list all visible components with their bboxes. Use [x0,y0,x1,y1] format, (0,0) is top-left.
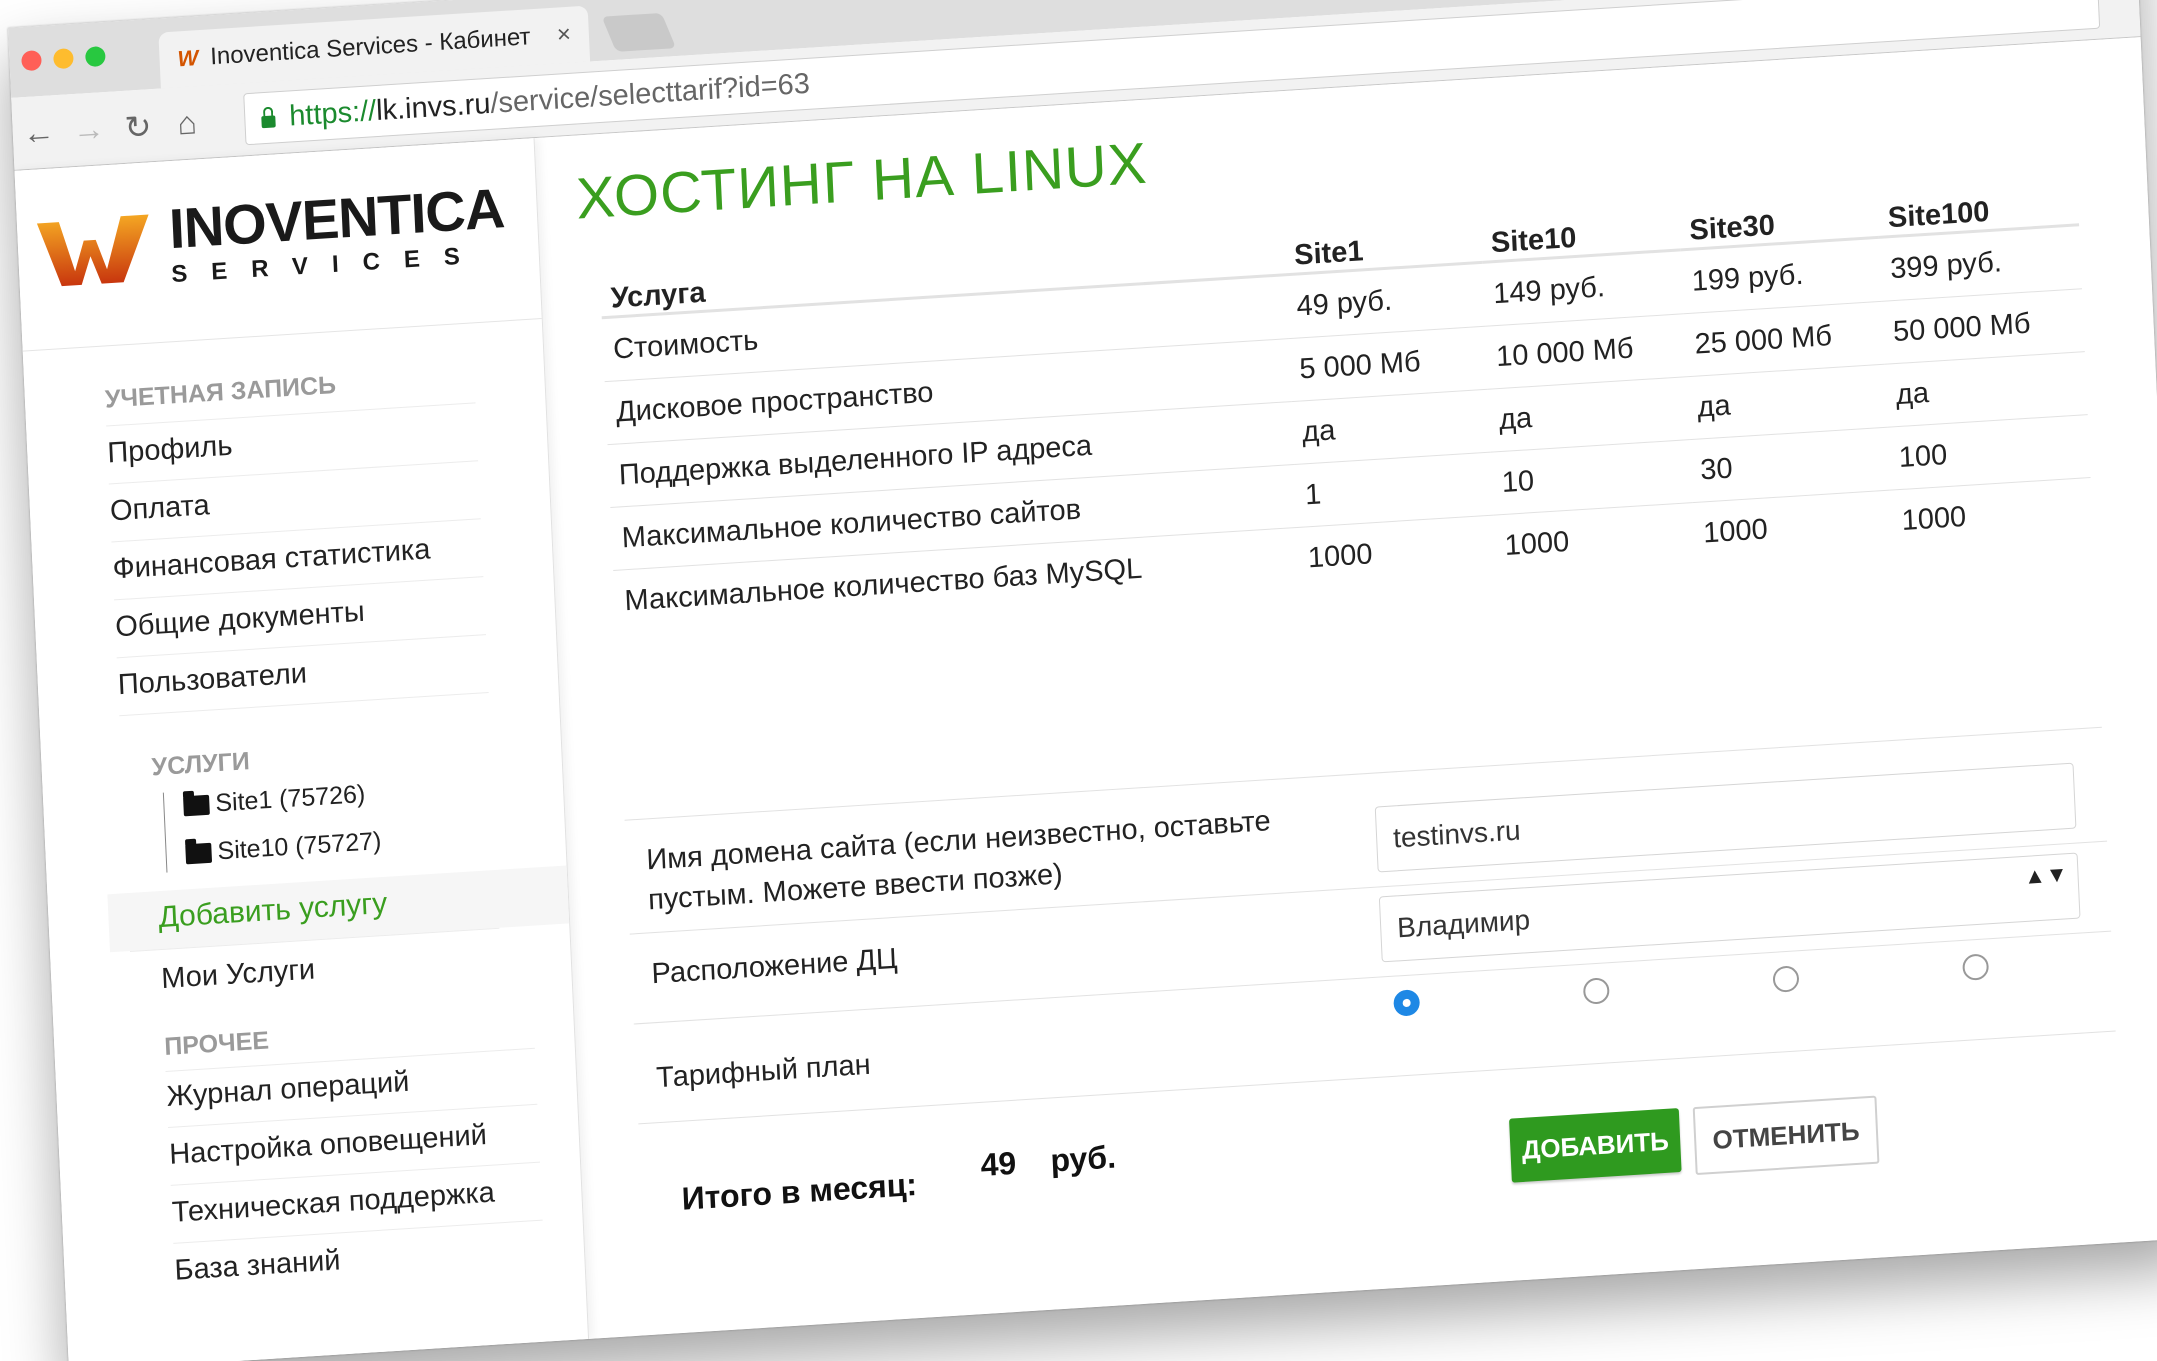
new-tab-button[interactable] [601,12,677,52]
section-services-header: УСЛУГИ [151,747,251,782]
back-icon[interactable]: ← [22,113,56,152]
total-currency: руб. [1049,1138,1117,1179]
add-button[interactable]: ДОБАВИТЬ [1509,1108,1682,1183]
lock-icon [261,115,276,129]
dc-select-value: Владимир [1396,904,1531,944]
dc-select[interactable]: Владимир ▲▼ [1378,852,2081,963]
cell-value: 1000 [1691,490,1894,566]
reload-icon[interactable]: ↻ [124,107,152,147]
page-title: ХОСТИНГ НА LINUX [574,130,1149,232]
dc-label: Расположение ДЦ [650,942,899,991]
screenshot-stage: W Inoventica Services - Кабинет × ← → ↻ … [0,0,2157,1361]
sidebar-item-payment[interactable]: Оплата [109,489,210,528]
tree-line [162,792,168,873]
sidebar-item-documents[interactable]: Общие документы [115,596,366,645]
tree-item-site1[interactable]: Site1 (75726) [183,780,366,820]
main-content: ХОСТИНГ НА LINUX Услуга Site1 Site10 Sit… [554,37,2157,1338]
sidebar-item-profile[interactable]: Профиль [107,430,233,471]
sidebar-item-operations-log[interactable]: Журнал операций [166,1066,410,1114]
sidebar-item-my-services[interactable]: Мои Услуги [161,953,316,996]
close-tab-icon[interactable]: × [556,21,571,50]
sidebar-divider [22,318,542,352]
tab-title: Inoventica Services - Кабинет [209,23,532,71]
plan-radio-site30[interactable] [1772,965,1800,993]
plan-radio-site10[interactable] [1582,977,1610,1005]
favicon-icon: W [177,45,199,72]
tree-item-label: Site10 (75727) [216,827,382,866]
domain-input-value: testinvs.ru [1392,814,1522,854]
cell-value: 1000 [1890,477,2094,553]
select-arrows-icon: ▲▼ [2023,861,2069,889]
close-window-button[interactable] [21,49,42,72]
section-account-header: УЧЕТНАЯ ЗАПИСЬ [104,371,337,414]
forward-icon[interactable]: → [72,110,106,149]
url-path: /service/selecttarif?id=63 [489,67,811,120]
sidebar-item-notifications[interactable]: Настройка оповещений [169,1119,488,1172]
home-icon[interactable]: ⌂ [177,104,198,142]
tariff-table: Услуга Site1 Site10 Site30 Site100 Стоим… [598,161,2094,633]
tree-item-site10[interactable]: Site10 (75727) [185,827,382,868]
url-host: lk.invs.ru [375,87,492,127]
section-other-header: ПРОЧЕЕ [163,1026,270,1062]
domain-input[interactable]: testinvs.ru [1374,762,2077,873]
plan-radio-site1[interactable] [1393,989,1421,1017]
sidebar-item-knowledge-base[interactable]: База знаний [174,1244,341,1287]
sidebar-item-users[interactable]: Пользователи [117,657,307,702]
logo-w-icon [36,206,159,293]
maximize-window-button[interactable] [84,45,106,68]
browser-window: W Inoventica Services - Кабинет × ← → ↻ … [8,0,2157,1361]
minimize-window-button[interactable] [53,47,74,70]
cell-value: 1000 [1296,515,1497,590]
folder-icon [185,842,213,864]
total-label: Итого в месяц: [680,1166,918,1217]
sidebar-item-support[interactable]: Техническая поддержка [171,1177,495,1230]
sidebar: INOVENTICA SERVICES УЧЕТНАЯ ЗАПИСЬ Профи… [14,138,590,1361]
tree-item-label: Site1 (75726) [214,779,366,818]
cancel-button[interactable]: ОТМЕНИТЬ [1692,1095,1880,1176]
url-scheme: https:// [288,94,377,132]
window-controls [21,45,106,72]
page-content: INOVENTICA SERVICES УЧЕТНАЯ ЗАПИСЬ Профи… [14,37,2157,1361]
plan-radio-site100[interactable] [1962,953,1990,981]
folder-icon [183,794,210,816]
cell-value: 1000 [1493,502,1695,578]
plan-label: Тарифный план [655,1048,872,1095]
total-value: 49 [979,1144,1017,1183]
inoventica-logo[interactable]: INOVENTICA SERVICES [36,176,507,297]
sidebar-item-financial-stats[interactable]: Финансовая статистика [112,533,431,586]
